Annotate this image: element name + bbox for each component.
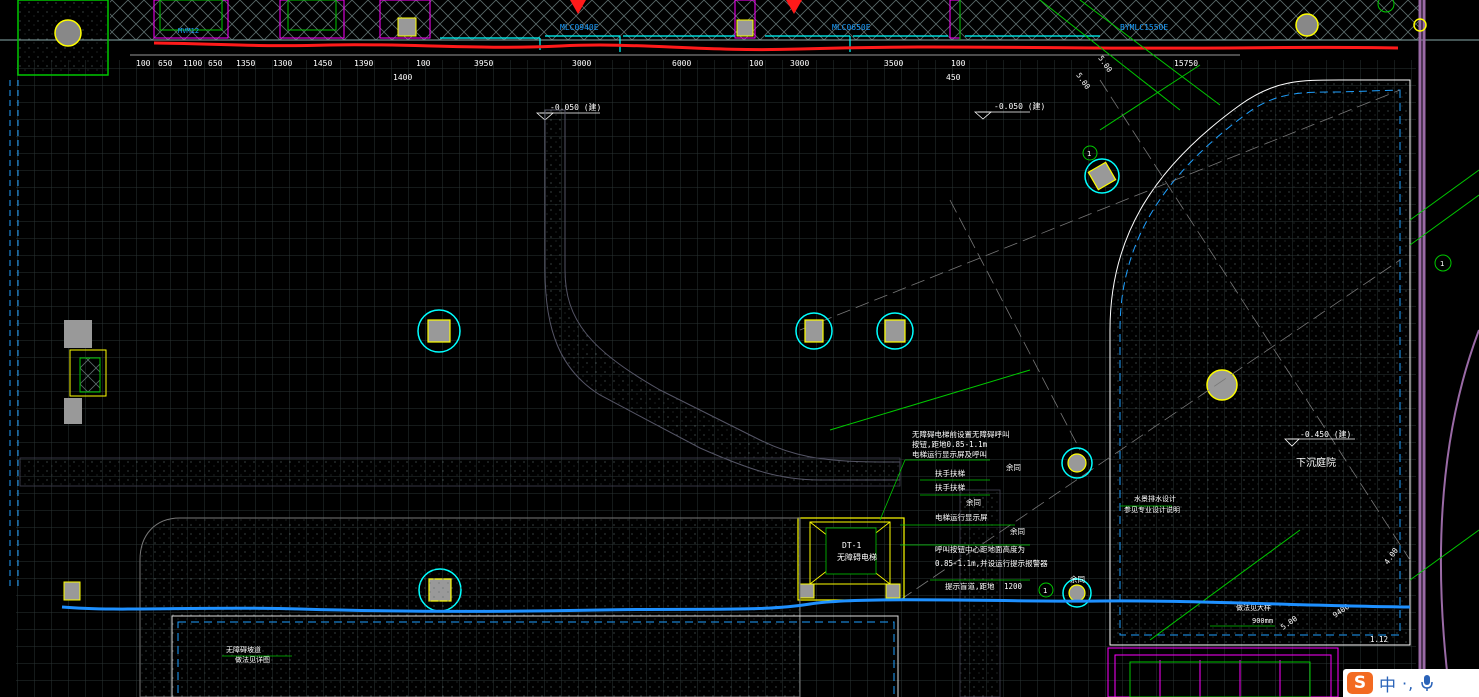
svg-text:1: 1 [1087,150,1091,158]
svg-text:1300: 1300 [273,59,292,68]
svg-text:3950: 3950 [474,59,493,68]
microphone-icon[interactable] [1420,674,1434,692]
sunken-courtyard-label: 下沉庭院 [1296,456,1336,469]
cad-drawing-canvas[interactable]: MVM12 MLC0940E MLC0650E BYMLC1550E 100 6… [0,0,1479,697]
sogou-logo-icon[interactable]: S [1347,672,1373,694]
svg-text:650: 650 [208,59,223,68]
tree-top-left [54,19,82,47]
svg-text:扶手扶梯: 扶手扶梯 [935,482,965,492]
svg-text:余同: 余同 [1006,462,1021,472]
dimension-secondary-2: 450 [946,73,961,82]
horizontal-walkway [19,457,901,487]
svg-text:0.85-1.1m,并设运行提示报警器: 0.85-1.1m,并设运行提示报警器 [935,558,1048,568]
svg-text:无障碍电梯前设置无障碍呼叫: 无障碍电梯前设置无障碍呼叫 [912,429,1010,439]
svg-text:1390: 1390 [354,59,373,68]
svg-text:1100: 1100 [183,59,202,68]
building-hatch-strip [110,0,1420,40]
svg-text:电梯运行显示屏及呼叫: 电梯运行显示屏及呼叫 [912,449,987,459]
svg-text:水景排水设计: 水景排水设计 [1134,494,1176,503]
svg-text:900mm: 900mm [1252,617,1273,625]
svg-text:无障碍坡道: 无障碍坡道 [226,645,261,654]
svg-text:100: 100 [749,59,764,68]
ime-mode-toggle[interactable]: 中 [1379,671,1396,696]
column-4 [1084,158,1120,194]
svg-text:余同: 余同 [1070,574,1085,584]
gate-left-inner [79,357,101,393]
svg-text:3500: 3500 [884,59,903,68]
svg-text:-0.450 (建): -0.450 (建) [1300,429,1351,439]
top-label-door-1: MVM12 [178,27,199,35]
svg-text:-0.050 (建): -0.050 (建) [994,101,1045,111]
svg-text:1: 1 [1043,587,1047,595]
ime-toolbar[interactable]: S 中 ·, [1343,669,1479,697]
svg-text:3000: 3000 [572,59,591,68]
gate-left-top [64,320,92,348]
column-top-1 [397,17,417,37]
svg-text:1.12: 1.12 [1370,635,1388,644]
elevator-label: 无障碍电梯 [837,552,877,562]
svg-text:按钮,距地0.85-1.1m: 按钮,距地0.85-1.1m [912,439,988,449]
ime-punctuation-toggle[interactable]: ·, [1402,674,1414,693]
top-label-window-3: BYMLC1550E [1120,23,1168,32]
svg-text:呼叫按钮中心距地面高度为: 呼叫按钮中心距地面高度为 [935,544,1025,554]
gate-left-bottom [64,398,82,424]
svg-text:650: 650 [158,59,173,68]
top-label-window-1: MLC0940E [560,23,599,32]
svg-text:100: 100 [416,59,431,68]
top-label-window-2: MLC0650E [832,23,871,32]
dimension-secondary-1: 1400 [393,73,412,82]
svg-text:提示盲道,距地: 提示盲道,距地 [945,581,995,591]
svg-text:100: 100 [951,59,966,68]
tree-top-right [1295,13,1319,37]
svg-text:电梯运行显示屏: 电梯运行显示屏 [935,512,988,522]
column-small-left [63,581,81,601]
column-top-2 [736,19,754,37]
svg-text:1200: 1200 [1004,582,1023,591]
svg-text:100: 100 [136,59,151,68]
svg-text:15750: 15750 [1174,59,1198,68]
svg-text:6000: 6000 [672,59,691,68]
svg-text:余同: 余同 [1010,526,1025,536]
svg-text:3000: 3000 [790,59,809,68]
svg-text:1450: 1450 [313,59,332,68]
tree-courtyard [1206,369,1238,401]
svg-text:扶手扶梯: 扶手扶梯 [935,468,965,478]
svg-text:1: 1 [1440,260,1444,268]
svg-text:余同: 余同 [966,497,981,507]
elevator-tag: DT-1 [842,541,861,550]
svg-text:1350: 1350 [236,59,255,68]
